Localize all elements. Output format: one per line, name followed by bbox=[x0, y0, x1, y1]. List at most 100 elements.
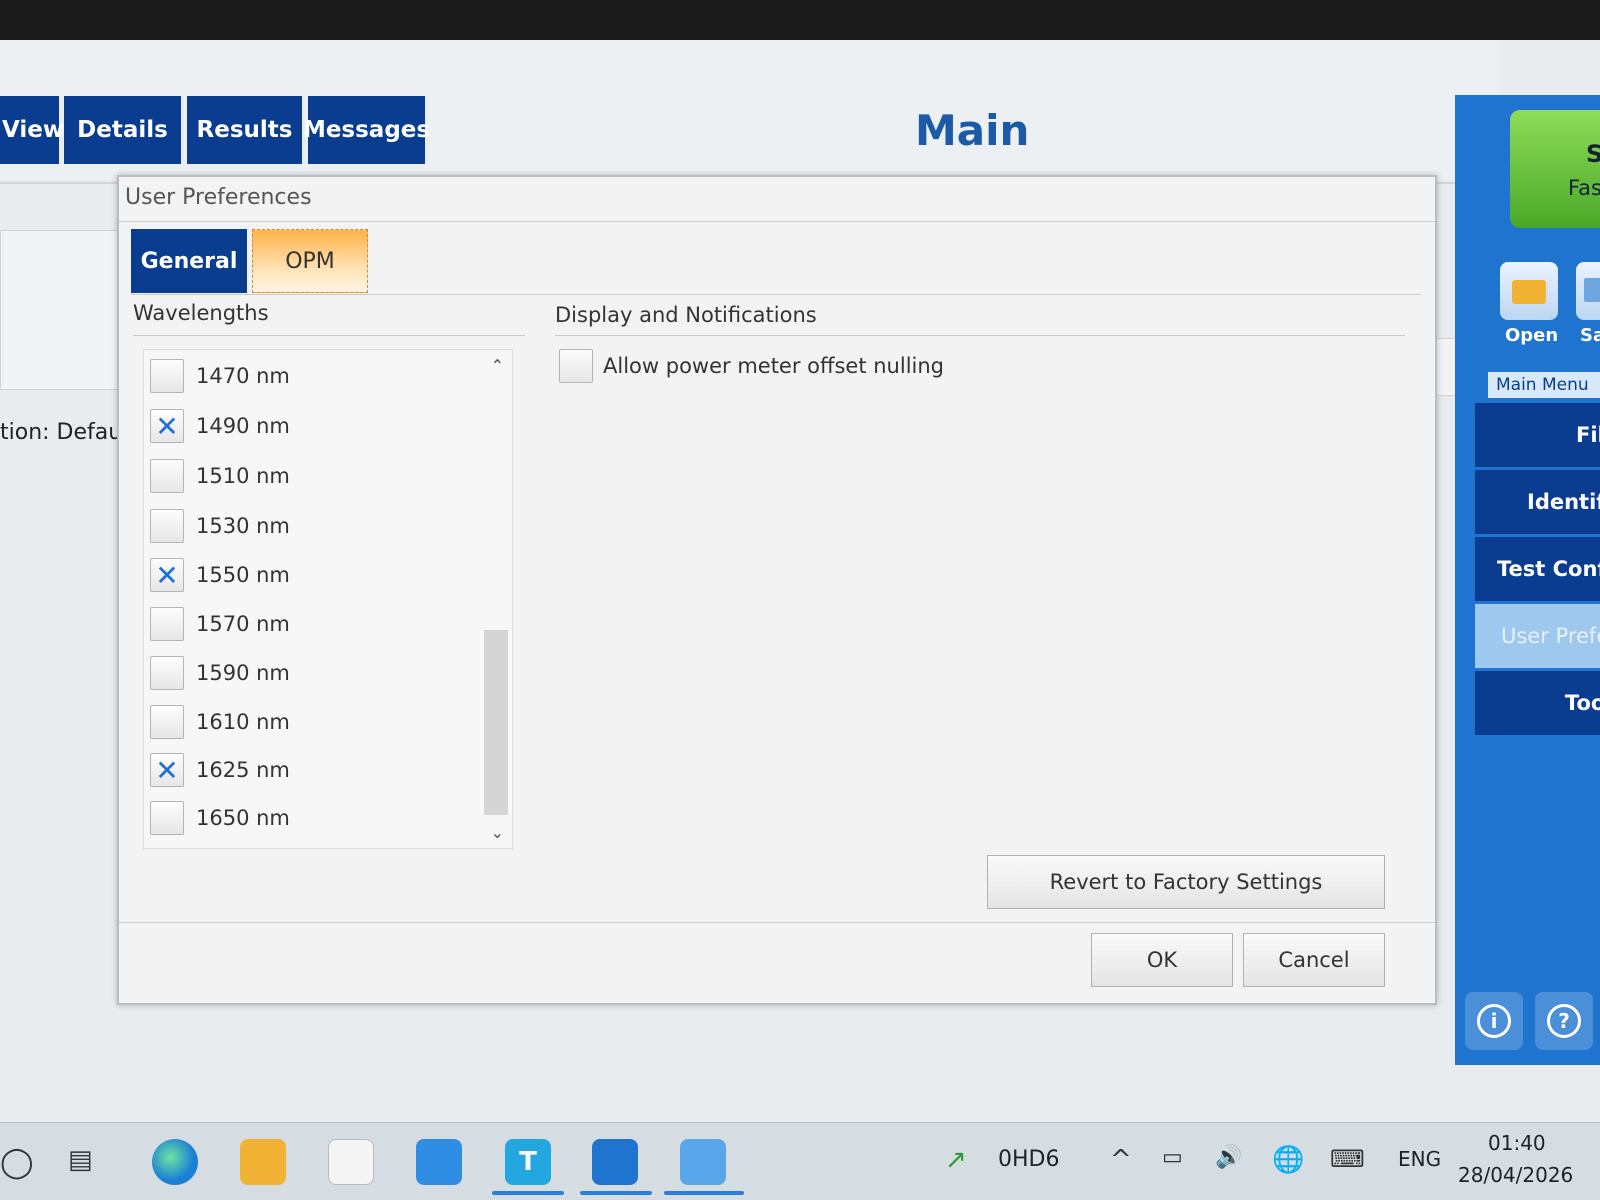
language-indicator[interactable]: ENG bbox=[1398, 1147, 1441, 1171]
wavelength-checkbox[interactable] bbox=[150, 359, 184, 393]
scrollbar-thumb[interactable] bbox=[484, 630, 508, 815]
menu-item-test-config[interactable]: Test Config bbox=[1475, 537, 1600, 601]
file-explorer-icon[interactable] bbox=[240, 1139, 286, 1185]
search-icon[interactable]: ◯ bbox=[0, 1145, 34, 1180]
folder-icon bbox=[1512, 280, 1546, 304]
wavelength-label: 1470 nm bbox=[196, 364, 290, 388]
tab-details[interactable]: Details bbox=[64, 96, 184, 164]
list-item[interactable]: ✕ 1625 nm bbox=[150, 750, 290, 790]
list-item[interactable]: 1570 nm bbox=[150, 604, 290, 644]
tab-messages[interactable]: Messages bbox=[303, 96, 430, 164]
taskbar: ◯ ▤ T ↗ 0HD6 ^ ▭ 🔊 🌐 ⌨ ENG 01:40 28/04/2… bbox=[0, 1122, 1600, 1200]
background-panel-left bbox=[0, 230, 125, 390]
page-title: Main bbox=[915, 106, 1030, 155]
list-item[interactable]: ✕ 1490 nm bbox=[150, 406, 290, 446]
user-preferences-dialog: User Preferences General OPM Wavelengths… bbox=[117, 175, 1437, 1005]
tab-results[interactable]: Results bbox=[187, 96, 305, 164]
save-icon bbox=[1584, 278, 1600, 302]
edge-browser-icon[interactable] bbox=[152, 1139, 198, 1185]
wavelength-label: 1610 nm bbox=[196, 710, 290, 734]
save-label: Sa bbox=[1580, 325, 1600, 346]
display-notifications-group-label: Display and Notifications bbox=[555, 303, 817, 327]
active-app-indicator bbox=[580, 1191, 652, 1195]
wavelength-label: 1590 nm bbox=[196, 661, 290, 685]
scroll-up-arrow-icon[interactable]: ⌃ bbox=[491, 356, 504, 375]
cancel-button[interactable]: Cancel bbox=[1243, 933, 1385, 987]
active-app-indicator bbox=[492, 1191, 564, 1195]
wavelength-checkbox[interactable] bbox=[150, 509, 184, 543]
list-item[interactable]: 1510 nm bbox=[150, 456, 290, 496]
dialog-title-divider bbox=[119, 221, 1435, 222]
revert-factory-settings-button[interactable]: Revert to Factory Settings bbox=[987, 855, 1385, 909]
globe-icon[interactable]: 🌐 bbox=[1272, 1145, 1304, 1175]
wavelength-label: 1650 nm bbox=[196, 806, 290, 830]
wavelength-label: 1490 nm bbox=[196, 414, 290, 438]
list-item[interactable]: 1530 nm bbox=[150, 506, 290, 546]
wavelengths-group-divider bbox=[133, 335, 525, 336]
dialog-bottom-divider bbox=[119, 922, 1435, 923]
wavelength-checkbox[interactable]: ✕ bbox=[150, 753, 184, 787]
offset-nulling-label: Allow power meter offset nulling bbox=[603, 354, 945, 378]
list-item[interactable]: 1590 nm bbox=[150, 653, 290, 693]
network-label[interactable]: 0HD6 bbox=[998, 1147, 1059, 1172]
wavelength-checkbox[interactable]: ✕ bbox=[150, 409, 184, 443]
open-button[interactable] bbox=[1500, 262, 1558, 320]
menu-item-user-preferences[interactable]: User Prefe bbox=[1475, 604, 1600, 668]
volume-icon[interactable]: 🔊 bbox=[1215, 1145, 1242, 1170]
wavelength-label: 1625 nm bbox=[196, 758, 290, 782]
offset-nulling-row[interactable]: Allow power meter offset nulling bbox=[559, 349, 944, 383]
main-menu-title: Main Menu bbox=[1488, 372, 1600, 398]
info-button[interactable]: i bbox=[1465, 992, 1523, 1050]
wavelength-checkbox[interactable] bbox=[150, 607, 184, 641]
store-icon[interactable] bbox=[328, 1139, 374, 1185]
tab-view[interactable]: View bbox=[0, 96, 64, 164]
active-app-indicator bbox=[664, 1191, 744, 1195]
list-item[interactable]: 1470 nm bbox=[150, 356, 290, 396]
open-label: Open bbox=[1505, 325, 1559, 346]
wavelength-label: 1510 nm bbox=[196, 464, 290, 488]
dialog-title: User Preferences bbox=[125, 185, 312, 210]
transfer-app-icon[interactable] bbox=[680, 1139, 726, 1185]
mail-icon[interactable] bbox=[416, 1139, 462, 1185]
app-t-icon[interactable]: T bbox=[505, 1139, 551, 1185]
start-button-sublabel: Fas bbox=[1568, 176, 1600, 200]
keyboard-icon[interactable]: ⌨ bbox=[1330, 1145, 1365, 1173]
list-item[interactable]: 1650 nm bbox=[150, 798, 290, 838]
wavelength-checkbox[interactable] bbox=[150, 459, 184, 493]
top-bar: View Details Results Messages Main bbox=[0, 40, 1500, 180]
clock-date[interactable]: 28/04/2026 bbox=[1458, 1163, 1573, 1187]
wavelength-label: 1570 nm bbox=[196, 612, 290, 636]
wavelength-checkbox[interactable]: ✕ bbox=[150, 558, 184, 592]
start-button[interactable]: S Fas bbox=[1510, 110, 1600, 228]
dialog-tab-divider bbox=[131, 294, 1421, 295]
menu-item-tools[interactable]: Tools bbox=[1475, 671, 1600, 735]
scroll-down-arrow-icon[interactable]: ⌄ bbox=[491, 823, 504, 842]
info-icon: i bbox=[1477, 1004, 1511, 1038]
wavelength-checkbox[interactable] bbox=[150, 801, 184, 835]
save-button[interactable] bbox=[1576, 262, 1600, 320]
network-trend-icon[interactable]: ↗ bbox=[945, 1145, 967, 1175]
tab-opm[interactable]: OPM bbox=[252, 229, 368, 293]
ok-button[interactable]: OK bbox=[1091, 933, 1233, 987]
task-view-icon[interactable]: ▤ bbox=[68, 1145, 93, 1175]
app-screen: View Details Results Messages Main tion:… bbox=[0, 40, 1600, 1140]
start-button-label: S bbox=[1586, 140, 1600, 168]
wavelength-label: 1530 nm bbox=[196, 514, 290, 538]
display-notifications-group-divider bbox=[555, 335, 1405, 336]
help-button[interactable]: ? bbox=[1535, 992, 1593, 1050]
offset-nulling-checkbox[interactable] bbox=[559, 349, 593, 383]
menu-item-file[interactable]: File bbox=[1475, 403, 1600, 467]
tab-general[interactable]: General bbox=[131, 229, 247, 293]
wavelengths-group-label: Wavelengths bbox=[133, 301, 269, 325]
wavelength-checkbox[interactable] bbox=[150, 656, 184, 690]
clock-time[interactable]: 01:40 bbox=[1488, 1131, 1546, 1155]
list-item[interactable]: 1610 nm bbox=[150, 702, 290, 742]
menu-item-identification[interactable]: Identific bbox=[1475, 470, 1600, 534]
battery-icon[interactable]: ▭ bbox=[1162, 1145, 1183, 1170]
wavelength-list[interactable]: 1470 nm ✕ 1490 nm 1510 nm 1530 nm ✕ 1550… bbox=[143, 349, 513, 849]
wavelength-checkbox[interactable] bbox=[150, 705, 184, 739]
wavelength-label: 1550 nm bbox=[196, 563, 290, 587]
grid-app-icon[interactable] bbox=[592, 1139, 638, 1185]
list-item[interactable]: ✕ 1550 nm bbox=[150, 555, 290, 595]
show-hidden-icons-icon[interactable]: ^ bbox=[1110, 1145, 1132, 1175]
